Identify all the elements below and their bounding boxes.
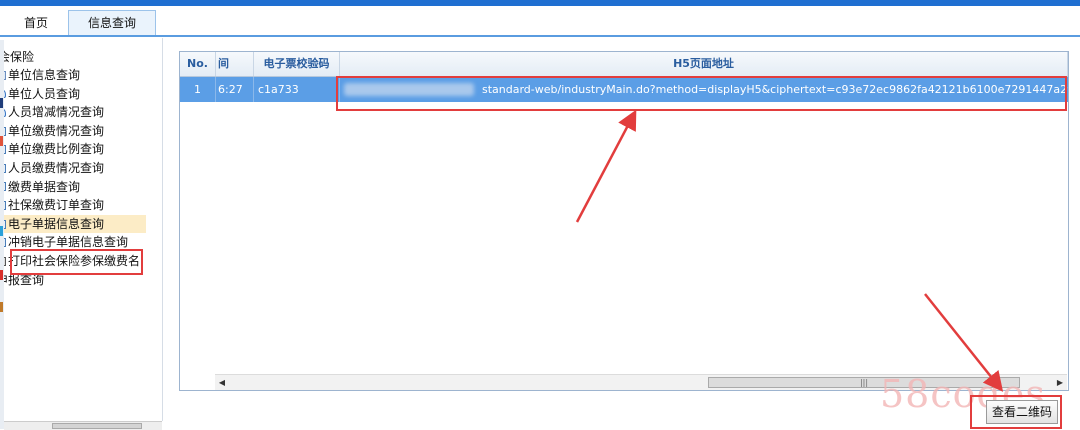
arrow-to-button [924,293,1004,392]
annotation-arrows [575,109,1004,392]
arrow-to-url [575,109,637,223]
